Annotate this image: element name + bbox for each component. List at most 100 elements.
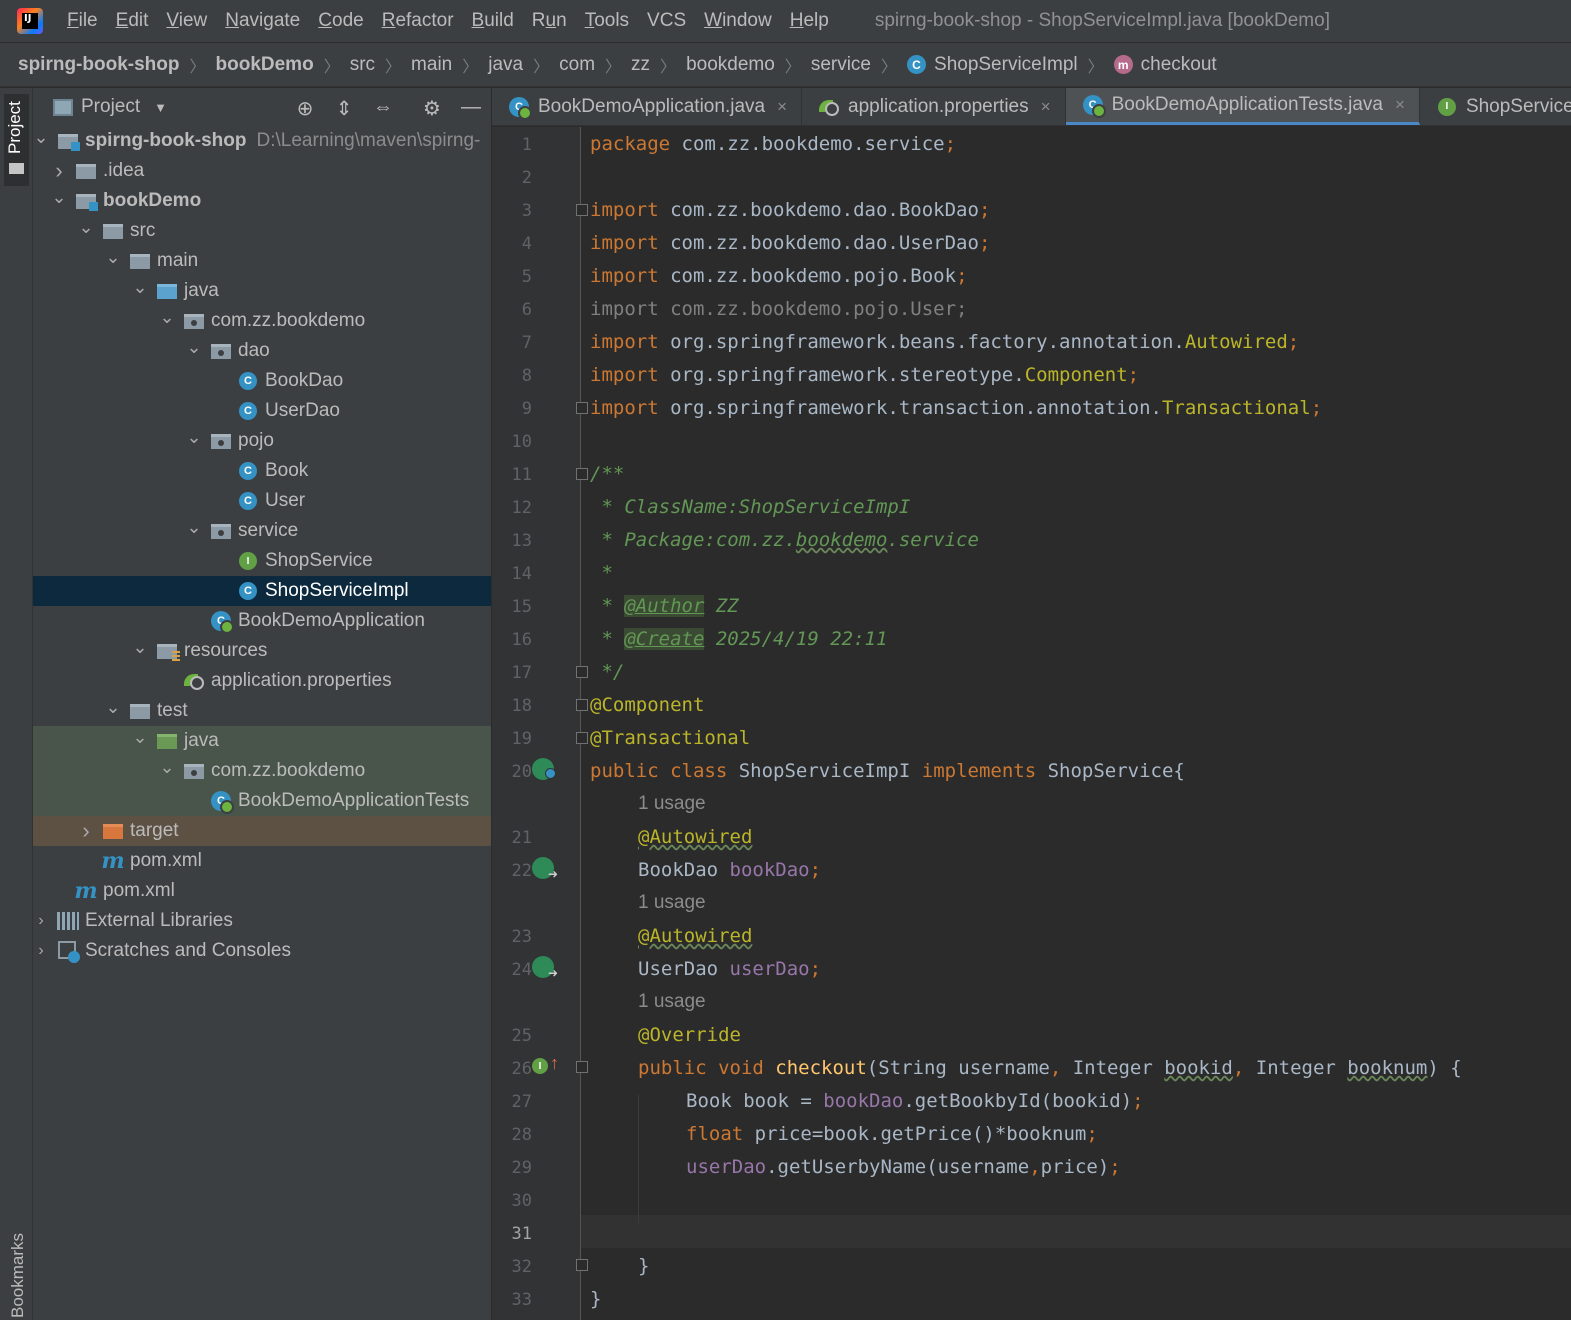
usage-hint[interactable]: 1 usage (638, 892, 706, 914)
chevron-right-icon[interactable]: › (33, 942, 49, 960)
tree-item[interactable]: ⌄ main (33, 246, 491, 276)
breadcrumb-item[interactable]: bookdemo (686, 54, 775, 76)
tree-item[interactable]: C User (33, 486, 491, 516)
chevron-down-icon[interactable]: ⌄ (105, 247, 121, 268)
chevron-down-icon[interactable]: ⌄ (132, 637, 148, 658)
tree-item[interactable]: ⌄ com.zz.bookdemo (33, 306, 491, 336)
locate-icon[interactable]: ⊕ (293, 96, 317, 121)
tree-item[interactable]: ⌄ java (33, 276, 491, 306)
tree-item[interactable]: m pom.xml (33, 846, 491, 876)
chevron-right-icon[interactable]: › (33, 912, 49, 930)
breadcrumb-item[interactable]: com (559, 54, 595, 76)
menu-vcs[interactable]: VCS (647, 10, 686, 32)
chevron-down-icon[interactable]: ⌄ (105, 697, 121, 718)
tree-item[interactable]: C BookDemoApplicationTests (33, 786, 491, 816)
fold-marker-icon[interactable] (576, 402, 588, 414)
menu-window[interactable]: Window (704, 10, 772, 32)
tree-item[interactable]: I ShopService (33, 546, 491, 576)
chevron-down-icon[interactable]: ⌄ (186, 337, 202, 358)
bookmarks-tool-button[interactable]: Bookmarks (8, 1233, 28, 1318)
breadcrumb-item[interactable]: service (811, 54, 871, 76)
tree-item[interactable]: ⌄ test (33, 696, 491, 726)
chevron-right-icon[interactable]: › (78, 818, 94, 844)
chevron-down-icon[interactable]: ⌄ (33, 127, 49, 148)
chevron-down-icon[interactable]: ⌄ (132, 727, 148, 748)
menu-tools[interactable]: Tools (585, 10, 629, 32)
code-editor[interactable]: 1 2 3 4 5 6 7 8 9 10 11 12 13 14 15 16 17 18 19 20 21 22 23 24 2… (492, 127, 1571, 1320)
editor-tab[interactable]: application.properties × (802, 88, 1066, 125)
menu-view[interactable]: View (166, 10, 207, 32)
chevron-down-icon[interactable]: ⌄ (186, 517, 202, 538)
editor-tab[interactable]: I ShopService. (1420, 88, 1571, 125)
breadcrumb-item[interactable]: bookDemo (216, 54, 314, 76)
fold-marker-icon[interactable] (576, 204, 588, 216)
tree-item[interactable]: C BookDemoApplication (33, 606, 491, 636)
tree-item[interactable]: C Book (33, 456, 491, 486)
chevron-down-icon[interactable]: ⌄ (78, 217, 94, 238)
breadcrumb-item[interactable]: spirng-book-shop (18, 54, 179, 76)
editor-tab[interactable]: C BookDemoApplicationTests.java × (1065, 88, 1420, 125)
breadcrumb-item[interactable]: java (488, 54, 523, 76)
hide-icon[interactable]: — (459, 96, 483, 119)
tree-item[interactable]: C ShopServiceImpl (33, 576, 491, 606)
tree-item[interactable]: ⌄ com.zz.bookdemo (33, 756, 491, 786)
tree-item[interactable]: ⌄ service (33, 516, 491, 546)
navigate-bean-icon[interactable] (532, 956, 558, 980)
chevron-down-icon[interactable]: ⌄ (51, 187, 67, 208)
usage-hint[interactable]: 1 usage (638, 991, 706, 1013)
fold-marker-icon[interactable] (576, 468, 588, 480)
settings-icon[interactable]: ⚙ (420, 96, 444, 121)
tree-item[interactable]: ⌄ bookDemo (33, 186, 491, 216)
chevron-right-icon[interactable]: › (51, 158, 67, 184)
breadcrumb-item[interactable]: zz (631, 54, 650, 76)
menu-code[interactable]: Code (318, 10, 363, 32)
tree-item[interactable]: › .idea (33, 156, 491, 186)
close-icon[interactable]: × (777, 97, 787, 117)
menu-run[interactable]: Run (532, 10, 567, 32)
spring-bean-icon[interactable] (532, 758, 556, 780)
tree-item[interactable]: ⌄ resources (33, 636, 491, 666)
menu-file[interactable]: File (67, 10, 98, 32)
tree-item[interactable]: › External Libraries (33, 906, 491, 936)
tree-item[interactable]: C BookDao (33, 366, 491, 396)
breadcrumb-item[interactable]: src (350, 54, 375, 76)
project-view-selector[interactable]: Project (81, 96, 140, 118)
tree-item[interactable]: C UserDao (33, 396, 491, 426)
fold-marker-icon[interactable] (576, 699, 588, 711)
fold-marker-icon[interactable] (576, 1061, 588, 1073)
collapse-all-icon[interactable]: ⇔ (371, 96, 395, 119)
breadcrumb-item[interactable]: m checkout (1113, 54, 1217, 76)
breadcrumb-item[interactable]: main (411, 54, 452, 76)
tree-item[interactable]: ⌄ pojo (33, 426, 491, 456)
tree-item[interactable]: ⌄ src (33, 216, 491, 246)
chevron-down-icon[interactable]: ⌄ (159, 307, 175, 328)
menu-help[interactable]: Help (790, 10, 829, 32)
tree-item[interactable]: › target (33, 816, 491, 846)
chevron-down-icon[interactable]: ▼ (154, 100, 167, 115)
tree-item[interactable]: m pom.xml (33, 876, 491, 906)
fold-marker-icon[interactable] (576, 666, 588, 678)
close-icon[interactable]: × (1041, 97, 1051, 117)
tree-item[interactable]: application.properties (33, 666, 491, 696)
fold-marker-icon[interactable] (576, 1259, 588, 1271)
chevron-down-icon[interactable]: ⌄ (132, 277, 148, 298)
tree-item[interactable]: ⌄ spirng-book-shop D:\Learning\maven\spirn… (33, 126, 491, 156)
menu-edit[interactable]: Edit (116, 10, 149, 32)
breadcrumb-item[interactable]: C ShopServiceImpl (907, 54, 1078, 76)
chevron-down-icon[interactable]: ⌄ (159, 757, 175, 778)
close-icon[interactable]: × (1395, 95, 1405, 115)
tree-item[interactable]: › Scratches and Consoles (33, 936, 491, 966)
navigate-bean-icon[interactable] (532, 857, 558, 881)
arrow-up-icon[interactable]: ↑ (550, 1053, 559, 1074)
chevron-down-icon[interactable]: ⌄ (186, 427, 202, 448)
menu-build[interactable]: Build (472, 10, 514, 32)
menu-navigate[interactable]: Navigate (225, 10, 300, 32)
implements-method-icon[interactable]: I (532, 1058, 548, 1074)
tree-item[interactable]: ⌄ java (33, 726, 491, 756)
expand-all-icon[interactable]: ⇕ (332, 96, 356, 121)
editor-tab[interactable]: C BookDemoApplication.java × (492, 88, 803, 125)
fold-marker-icon[interactable] (576, 732, 588, 744)
menu-refactor[interactable]: Refactor (382, 10, 454, 32)
usage-hint[interactable]: 1 usage (638, 793, 706, 815)
tree-item[interactable]: ⌄ dao (33, 336, 491, 366)
